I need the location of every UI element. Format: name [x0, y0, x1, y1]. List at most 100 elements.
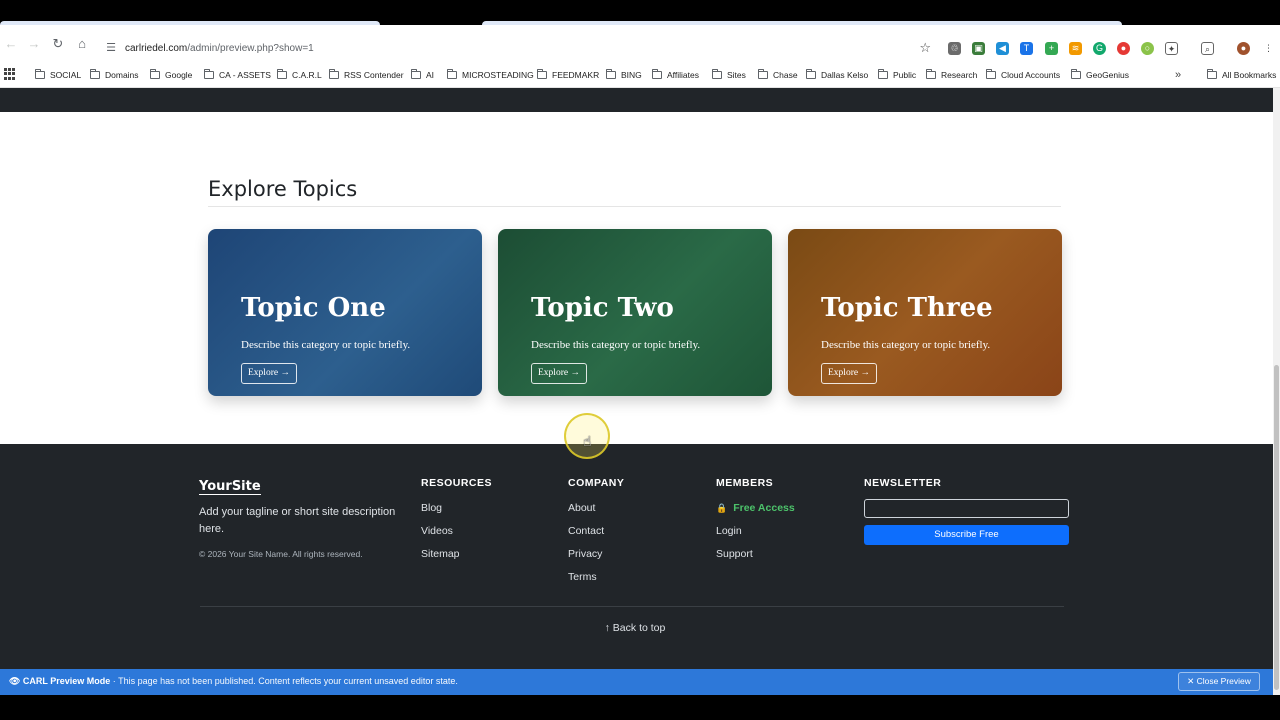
footer-link-blog[interactable]: Blog: [421, 501, 442, 515]
page-scrollbar[interactable]: [1273, 88, 1280, 695]
back-to-top-link[interactable]: ↑ Back to top: [0, 622, 1270, 634]
bookmark-label: FEEDMAKR: [552, 70, 600, 80]
explore-button[interactable]: Explore →: [241, 363, 297, 384]
home-icon[interactable]: ⌂: [73, 35, 91, 53]
extension-circle-icon[interactable]: ○: [1141, 42, 1154, 55]
topic-card-description: Describe this category or topic briefly.: [821, 339, 991, 351]
folder-icon: [447, 69, 457, 79]
reload-icon[interactable]: ↻: [49, 35, 67, 53]
subscribe-button[interactable]: Subscribe Free: [864, 525, 1069, 545]
bookmark-folder[interactable]: Sites: [712, 68, 746, 82]
bookmark-folder[interactable]: Chase: [758, 68, 798, 82]
bookmark-folder[interactable]: Affiliates: [652, 68, 699, 82]
newsletter-email-input[interactable]: [864, 499, 1069, 518]
scrollbar-thumb[interactable]: [1274, 365, 1279, 690]
footer-link-contact[interactable]: Contact: [568, 524, 604, 538]
bookmark-label: Google: [165, 70, 193, 80]
footer-link-sitemap[interactable]: Sitemap: [421, 547, 460, 561]
bookmark-folder[interactable]: SOCIAL: [35, 68, 81, 82]
browser-tab-strip: [0, 0, 1280, 25]
extension-grammar-icon[interactable]: G: [1093, 42, 1106, 55]
site-footer: YourSite Add your tagline or short site …: [0, 444, 1273, 669]
bookmark-label: CA - ASSETS: [219, 70, 271, 80]
folder-icon: [90, 69, 100, 79]
footer-link-login[interactable]: Login: [716, 524, 742, 538]
bookmarks-overflow-icon[interactable]: »: [1175, 68, 1181, 82]
bookmark-folder[interactable]: GeoGenius: [1071, 68, 1129, 82]
bookmark-folder[interactable]: BING: [606, 68, 642, 82]
bookmark-folder[interactable]: AI: [411, 68, 434, 82]
extension-location-icon[interactable]: ●: [1117, 42, 1130, 55]
forward-icon[interactable]: →: [25, 35, 43, 53]
bookmark-label: C.A.R.L: [292, 70, 322, 80]
bookmark-folder[interactable]: MICROSTEADING: [447, 68, 534, 82]
folder-icon: [986, 69, 996, 79]
site-info-icon[interactable]: ☰: [104, 41, 118, 55]
folder-icon: [652, 69, 662, 79]
browser-toolbar: ← → ↻ ⌂ ☰ carlriedel.com/admin/preview.p…: [0, 25, 1280, 63]
footer-link-support[interactable]: Support: [716, 547, 753, 561]
all-bookmarks-label: All Bookmarks: [1222, 70, 1277, 80]
bookmark-folder[interactable]: FEEDMAKR: [537, 68, 599, 82]
bookmark-folder[interactable]: CA - ASSETS: [204, 68, 271, 82]
preview-mode-label: 👁 CARL Preview Mode: [9, 676, 111, 686]
tab-search-icon[interactable]: ⌕: [1201, 42, 1214, 55]
topic-card[interactable]: Topic One Describe this category or topi…: [208, 229, 482, 396]
address-url: carlriedel.com/admin/preview.php?show=1: [125, 41, 314, 57]
back-icon[interactable]: ←: [2, 35, 20, 53]
topic-card[interactable]: Topic Two Describe this category or topi…: [498, 229, 772, 396]
footer-heading-newsletter: NEWSLETTER: [864, 477, 942, 489]
preview-mode-text: 👁 CARL Preview Mode · This page has not …: [9, 676, 458, 687]
footer-link-about[interactable]: About: [568, 501, 595, 515]
close-preview-button[interactable]: ✕ Close Preview: [1178, 672, 1260, 691]
topic-card-title: Topic One: [241, 293, 386, 323]
all-bookmarks-folder[interactable]: All Bookmarks: [1207, 68, 1276, 82]
bookmark-folder[interactable]: C.A.R.L: [277, 68, 322, 82]
bookmark-folder[interactable]: Domains: [90, 68, 139, 82]
extension-audio-icon[interactable]: ◀: [996, 42, 1009, 55]
topic-card[interactable]: Topic Three Describe this category or to…: [788, 229, 1062, 396]
folder-icon: [806, 69, 816, 79]
explore-button[interactable]: Explore →: [821, 363, 877, 384]
extension-screen-icon[interactable]: ▣: [972, 42, 985, 55]
bookmark-label: Dallas Kelso: [821, 70, 869, 80]
bookmark-label: SOCIAL: [50, 70, 82, 80]
footer-link-terms[interactable]: Terms: [568, 570, 597, 584]
bookmark-folder[interactable]: Dallas Kelso: [806, 68, 868, 82]
address-bar[interactable]: ☰ carlriedel.com/admin/preview.php?show=…: [100, 39, 935, 59]
folder-icon: [758, 69, 768, 79]
bookmark-folder[interactable]: Public: [878, 68, 916, 82]
footer-heading-resources: RESOURCES: [421, 477, 493, 489]
footer-link-privacy[interactable]: Privacy: [568, 547, 602, 561]
footer-tagline: Add your tagline or short site descripti…: [199, 506, 396, 535]
folder-icon: [204, 69, 214, 79]
folder-icon: [277, 69, 287, 79]
extension-translate-icon[interactable]: T: [1020, 42, 1033, 55]
bookmark-folder[interactable]: RSS Contender: [329, 68, 404, 82]
folder-icon: [878, 69, 888, 79]
extension-plus-icon[interactable]: +: [1045, 42, 1058, 55]
folder-icon: [712, 69, 722, 79]
browser-menu-icon[interactable]: ⋮: [1262, 42, 1275, 55]
topic-card-title: Topic Two: [531, 293, 674, 323]
explore-button[interactable]: Explore →: [531, 363, 587, 384]
topic-card-description: Describe this category or topic briefly.: [241, 339, 411, 351]
bookmarks-bar: SOCIAL Domains Google CA - ASSETS C.A.R.…: [0, 63, 1280, 88]
bookmark-folder[interactable]: Google: [150, 68, 192, 82]
free-access-label: Free Access: [733, 502, 795, 514]
footer-brand[interactable]: YourSite: [199, 480, 261, 495]
preview-mode-bar: 👁 CARL Preview Mode · This page has not …: [0, 669, 1273, 695]
bookmark-star-icon[interactable]: ☆: [919, 40, 931, 56]
bookmark-folder[interactable]: Cloud Accounts: [986, 68, 1060, 82]
bookmark-folder[interactable]: Research: [926, 68, 977, 82]
footer-link-videos[interactable]: Videos: [421, 524, 453, 538]
site-header-strip: [0, 88, 1273, 112]
extension-recycle-icon[interactable]: ♲: [948, 42, 961, 55]
apps-grid-icon[interactable]: [4, 68, 16, 80]
folder-icon: [606, 69, 616, 79]
extension-rss-icon[interactable]: ≋: [1069, 42, 1082, 55]
profile-avatar-icon[interactable]: ●: [1237, 42, 1250, 55]
section-divider: [208, 206, 1061, 207]
extensions-puzzle-icon[interactable]: ✦: [1165, 42, 1178, 55]
footer-link-free-access[interactable]: 🔒 Free Access: [716, 501, 795, 515]
